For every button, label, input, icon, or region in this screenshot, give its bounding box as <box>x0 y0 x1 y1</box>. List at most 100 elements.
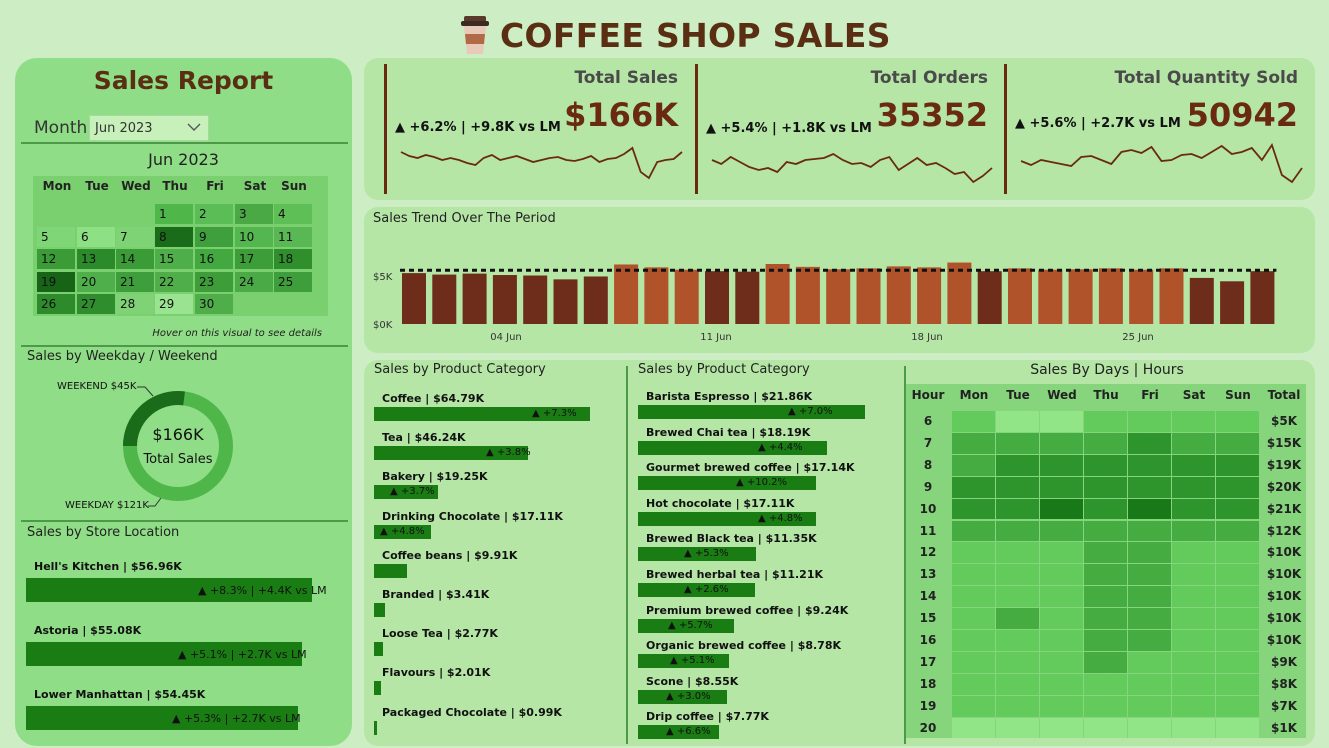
heatmap-cell[interactable] <box>1084 717 1127 739</box>
calendar-day[interactable]: 3 <box>235 204 273 224</box>
calendar-day[interactable]: 10 <box>235 226 273 247</box>
heatmap-cell[interactable] <box>1172 717 1215 739</box>
heatmap-cell[interactable]: $1K <box>1084 695 1127 717</box>
trend-bar[interactable] <box>523 275 548 324</box>
heatmap-cell[interactable]: $3K <box>996 476 1039 498</box>
heatmap-cell[interactable]: $1K <box>1216 542 1259 564</box>
trend-bar[interactable] <box>432 274 457 324</box>
sales-heatmap[interactable]: Hour Mon Tue Wed Thu Fri Sat Sun Total 6 $1K $1K $1K… <box>906 384 1306 739</box>
heatmap-cell[interactable] <box>1040 411 1083 432</box>
heatmap-cell[interactable]: $1K <box>996 586 1039 608</box>
heatmap-cell[interactable]: $2K <box>1172 520 1215 542</box>
calendar-day[interactable]: 23 <box>195 271 233 292</box>
trend-bar[interactable] <box>1250 271 1275 324</box>
heatmap-cell[interactable]: $1K <box>1216 411 1259 432</box>
heatmap-cell[interactable]: $1K <box>996 673 1039 695</box>
heatmap-cell[interactable] <box>1216 717 1259 739</box>
trend-bar[interactable] <box>1008 268 1032 324</box>
calendar-day[interactable]: 5 <box>37 226 75 247</box>
heatmap-cell[interactable]: $1K <box>1172 411 1215 432</box>
heatmap-cell[interactable]: $2K <box>1128 586 1171 608</box>
calendar-day[interactable]: 25 <box>274 271 312 292</box>
calendar-day[interactable]: 24 <box>235 271 273 292</box>
calendar-day[interactable]: 17 <box>235 249 273 269</box>
product-category-bar[interactable] <box>374 681 381 696</box>
heatmap-cell[interactable]: $1K <box>1172 542 1215 564</box>
heatmap-cell[interactable]: $1K <box>1216 608 1259 629</box>
calendar-day[interactable] <box>77 204 115 224</box>
heatmap-cell[interactable]: $3K <box>1084 476 1127 498</box>
calendar-day[interactable]: 19 <box>37 271 75 292</box>
trend-bar[interactable] <box>614 264 639 324</box>
heatmap-cell[interactable]: $1K <box>1172 651 1215 673</box>
heatmap-cell[interactable] <box>1128 717 1171 739</box>
heatmap-cell[interactable]: $1K <box>1128 673 1171 695</box>
trend-bar[interactable] <box>947 262 972 324</box>
calendar-day[interactable]: 28 <box>116 294 154 314</box>
heatmap-cell[interactable]: $1K <box>1128 651 1171 673</box>
calendar-day[interactable]: 2 <box>195 204 233 224</box>
calendar-day[interactable]: 12 <box>37 249 75 269</box>
heatmap-cell[interactable]: $1K <box>1172 630 1215 651</box>
month-dropdown[interactable]: Jun 2023 <box>89 115 209 141</box>
heatmap-cell[interactable]: $2K <box>1128 630 1171 651</box>
heatmap-cell[interactable]: $1K <box>1216 630 1259 651</box>
heatmap-cell[interactable]: $4K <box>1128 498 1171 520</box>
heatmap-cell[interactable]: $2K <box>1172 432 1215 454</box>
heatmap-cell[interactable]: $4K <box>1040 498 1083 520</box>
heatmap-cell[interactable]: $1K <box>1040 542 1083 564</box>
heatmap-cell[interactable] <box>1040 717 1083 739</box>
trend-bar[interactable] <box>826 269 851 324</box>
calendar-day[interactable]: 16 <box>195 249 233 269</box>
calendar-day[interactable]: 30 <box>195 294 233 314</box>
trend-bar[interactable] <box>644 267 669 324</box>
heatmap-cell[interactable] <box>996 717 1039 739</box>
calendar-day[interactable]: 6 <box>77 226 115 247</box>
heatmap-cell[interactable]: $1K <box>952 564 995 586</box>
heatmap-cell[interactable]: $3K <box>1128 476 1171 498</box>
trend-bar[interactable] <box>1098 268 1123 324</box>
calendar-day[interactable]: 27 <box>77 294 115 314</box>
heatmap-cell[interactable]: $3K <box>952 476 995 498</box>
heatmap-cell[interactable]: $2K <box>1084 564 1127 586</box>
heatmap-cell[interactable]: $2K <box>1040 432 1083 454</box>
heatmap-cell[interactable]: $1K <box>996 564 1039 586</box>
calendar-day[interactable] <box>116 204 154 224</box>
calendar-day[interactable]: 8 <box>155 226 193 247</box>
heatmap-cell[interactable]: $1K <box>1172 608 1215 629</box>
heatmap-cell[interactable]: $1K <box>996 630 1039 651</box>
heatmap-cell[interactable]: $3K <box>1172 498 1215 520</box>
calendar-day[interactable]: 18 <box>274 249 312 269</box>
heatmap-cell[interactable]: $1K <box>996 651 1039 673</box>
heatmap-cell[interactable]: $1K <box>1040 673 1083 695</box>
trend-bar[interactable] <box>735 271 760 324</box>
heatmap-cell[interactable]: $2K <box>1084 542 1127 564</box>
product-type-bar[interactable] <box>638 476 816 491</box>
heatmap-cell[interactable]: $1K <box>1040 651 1083 673</box>
heatmap-cell[interactable]: $1K <box>952 542 995 564</box>
heatmap-cell[interactable]: $2K <box>1084 651 1127 673</box>
trend-bar[interactable] <box>1068 269 1093 324</box>
heatmap-cell[interactable]: $2K <box>1084 630 1127 651</box>
heatmap-cell[interactable]: $2K <box>996 520 1039 542</box>
calendar-day[interactable] <box>37 204 75 224</box>
heatmap-cell[interactable]: $1K <box>952 586 995 608</box>
calendar-day[interactable]: 29 <box>155 294 193 314</box>
trend-bar[interactable] <box>462 273 487 324</box>
heatmap-cell[interactable]: $3K <box>1216 498 1259 520</box>
calendar-day[interactable]: 7 <box>116 226 154 247</box>
heatmap-cell[interactable]: $1K <box>1172 586 1215 608</box>
heatmap-cell[interactable]: $2K <box>1128 542 1171 564</box>
calendar-day[interactable]: 1 <box>155 204 193 224</box>
heatmap-cell[interactable]: $1K <box>996 695 1039 717</box>
heatmap-cell[interactable]: $1K <box>1084 411 1127 432</box>
heatmap-cell[interactable]: $1K <box>996 542 1039 564</box>
calendar-day[interactable]: 4 <box>274 204 312 224</box>
heatmap-cell[interactable]: $2K <box>952 432 995 454</box>
heatmap-cell[interactable]: $3K <box>1040 454 1083 476</box>
calendar-day[interactable]: 11 <box>274 226 312 247</box>
heatmap-cell[interactable]: $1K <box>1040 608 1083 629</box>
heatmap-cell[interactable]: $1K <box>1216 651 1259 673</box>
heatmap-cell[interactable]: $1K <box>952 673 995 695</box>
product-category-bar[interactable] <box>374 563 407 578</box>
